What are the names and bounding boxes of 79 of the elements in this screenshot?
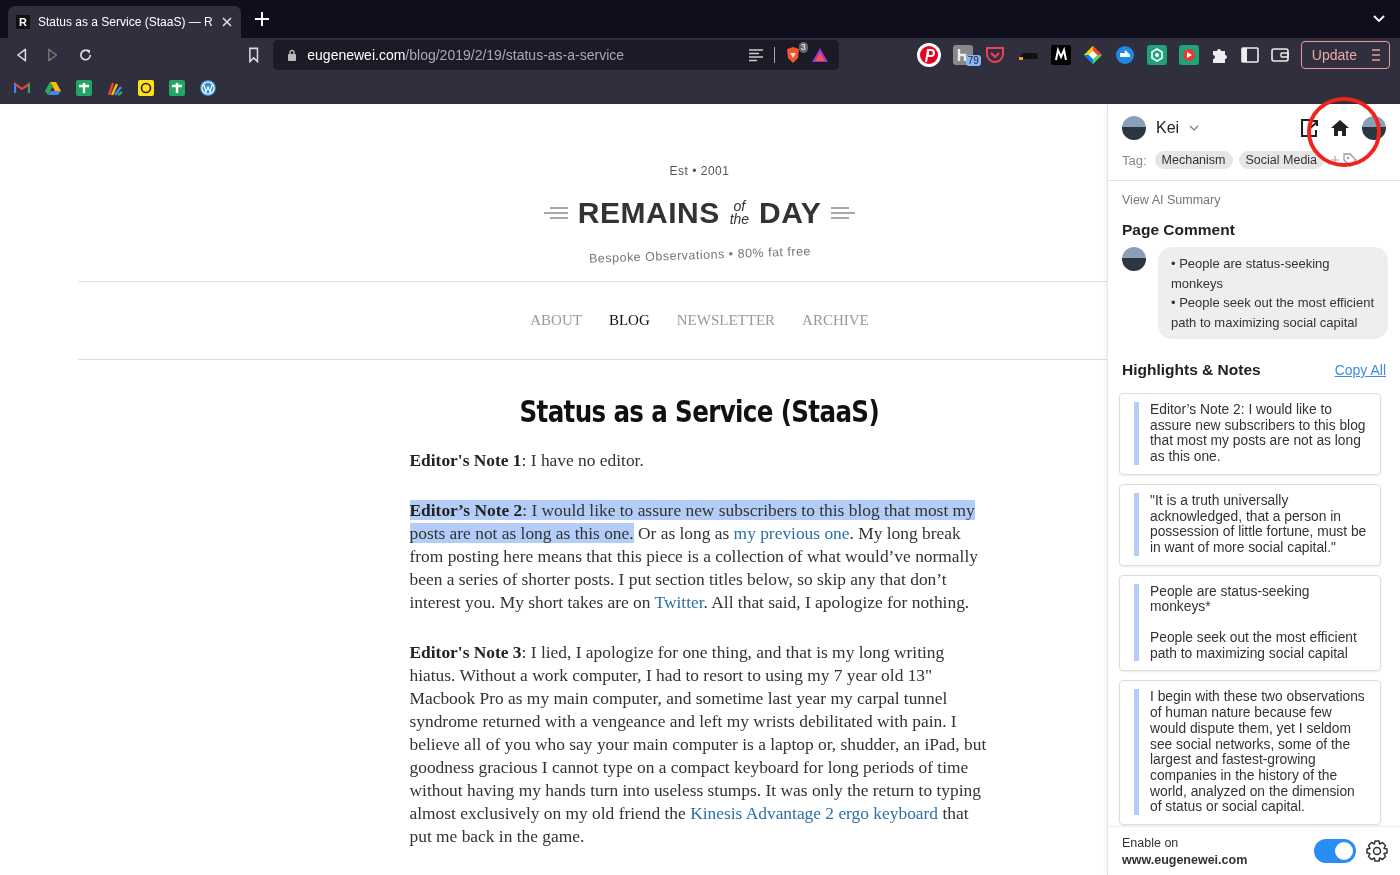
section-heading: Highlights & Notes [1122,361,1261,379]
text-link[interactable]: Twitter [654,592,704,612]
menu-icon[interactable] [1371,49,1381,61]
tag-chip[interactable]: Mechanism [1154,151,1233,169]
tag-label: Tag: [1122,152,1147,168]
logo-text: DAY [759,196,822,230]
home-icon[interactable] [1330,119,1350,137]
url-text: eugenewei.com/blog/2019/2/19/status-as-a-service [307,47,625,63]
paragraph: Editor’s Note 2: I would like to assure new subscribers to this blog that most my posts are not as long as this one. Or as long as my previous one. My long break from posting here means that this piece is a collection of what would’ve normally been a series of shorter posts. I put section titles below, so skip any that don’t interest you. My short takes are on Twitter. All that said, I apologize for nothing. [409,499,979,614]
count-badge: 3 [798,42,808,53]
comment-line: • People seek out the most efficient path to maximizing social capital [1171,294,1376,332]
plus-icon[interactable] [254,12,269,26]
logo-text: REMAINS [577,196,720,230]
highlight-text: I begin with these two observations of human nature because few would dispute them, yet I seldom see social networks, some of the largest and fastest-growing companies in the history of the world, analyzed on the dimension of status or social capital. [1150,689,1366,816]
user-name[interactable]: Kei [1156,119,1180,137]
ai-summary-link[interactable]: View AI Summary [1122,193,1386,207]
arrow-circle-icon[interactable] [1114,45,1135,65]
back-icon[interactable] [15,47,29,63]
pocket-icon[interactable] [984,46,1005,64]
comment-bubble[interactable]: • People are status-seeking monkeys • People seek out the most efficient path to maximizing social capital [1158,247,1388,339]
forward-icon[interactable] [46,47,60,63]
favicon: R [16,15,30,29]
tab-title: Status as a Service (StaaS) — R [38,15,213,29]
plus-tile-icon[interactable] [169,80,185,96]
plus-tile-icon[interactable] [76,80,92,96]
logo-text: of [733,200,746,213]
comment-line: • People are status-seeking monkeys [1171,255,1331,293]
section-heading: Page Comment [1122,221,1236,239]
globe-w-icon[interactable] [200,80,216,96]
ring-tile-icon[interactable] [138,80,154,96]
enable-label: Enable on [1122,835,1180,850]
reader-icon[interactable] [747,48,764,62]
lion-shield-icon[interactable] [784,46,801,64]
count-badge: 79 [965,55,981,66]
tag-chip[interactable]: Social Media [1238,151,1325,169]
highlight-text: "It is a truth universally acknowledged, that a person in possession of little fortune, must be in want of more social capital." [1150,492,1368,556]
copy-all-link[interactable]: Copy All [1334,362,1386,378]
lines-icon [831,206,856,220]
bookmark-icon[interactable] [247,47,260,63]
highlight-card[interactable]: Editor’s Note 2: I would like to assure new subscribers to this blog that most my posts are not as long as this one. [1119,393,1381,475]
close-icon[interactable] [220,16,233,28]
highlight-card[interactable]: "It is a truth universally acknowledged, that a person in possession of little fortune, must be in want of more social capital." [1119,483,1381,566]
play-icon[interactable] [1178,45,1199,65]
sidebar-icon[interactable] [1240,47,1259,63]
nav-link[interactable]: BLOG [608,312,650,329]
article-title: Status as a Service (StaaS) [519,394,880,429]
address-bar[interactable]: eugenewei.com/blog/2019/2/19/status-as-a-service 3 [273,40,839,70]
triangle-drive-icon[interactable] [45,81,61,95]
lines-icon [543,206,568,220]
triangle-icon[interactable] [810,47,829,63]
highlight-text: People seek out the most efficient path to maximizing social capital [1150,630,1358,662]
highlight-text: People are status-seeking monkeys* [1150,583,1311,616]
highlight-card[interactable] [1119,680,1381,826]
paragraph: Editor's Note 1: I have no editor. [409,449,645,472]
toggle-switch[interactable] [1314,839,1356,863]
pin-circle-icon[interactable] [916,43,941,67]
avatar [1122,247,1146,271]
update-button[interactable]: Update [1300,41,1390,69]
paragraph: Editor's Note 3: I lied, I apologize for one thing, and that is my long writing hiatus. Without a work computer, I had to resort to using my 7 year old 13" Macbook Pro as my main computer, and sometime last year my carpal tunnel syndrome returned with a vengeance and left my wrists debilitated with pain. I believe all of you who say your main computer is a laptop or, shudder, an iPad, but goodness gracious I cannot type on a compact keyboard for long periods of time without having my hands turn into useless stumps. It was only the return to typing almost exclusively on my old friend the Kinesis Advantage 2 ergo keyboard that put me back in the game. [409,641,988,848]
logo-text: the [729,213,750,226]
reload-icon[interactable] [77,47,93,63]
share-icon[interactable] [1300,118,1320,138]
browser-tab[interactable]: R Status as a Service (StaaS) — R [8,6,241,38]
envelope-icon[interactable] [14,82,30,94]
lock-icon [287,49,298,61]
text-link[interactable]: my previous one [733,523,850,543]
text-link[interactable]: Kinesis Advantage 2 ergo keyboard [690,803,939,823]
diamond-icon[interactable] [1082,45,1103,65]
settings-icon[interactable] [1366,840,1388,862]
puzzle-icon[interactable] [1210,46,1229,64]
letter-m-icon[interactable] [1050,45,1071,65]
fan-icon[interactable] [107,80,123,96]
domain-text: www.eugenewei.com [1122,852,1248,867]
highlight-text: Editor’s Note 2: I would like to assure new subscribers to this blog that most my posts are not as long as this one. [1150,402,1367,465]
established-text: Est • 2001 [669,164,730,178]
tagline: Bespoke Observations • 80% fat free [588,244,811,266]
wallet-icon[interactable] [1270,47,1289,63]
avatar[interactable] [1122,116,1146,140]
highlight-card[interactable]: People are status-seeking monkeys* People seek out the most efficient path to maximizing social capital [1119,574,1381,672]
